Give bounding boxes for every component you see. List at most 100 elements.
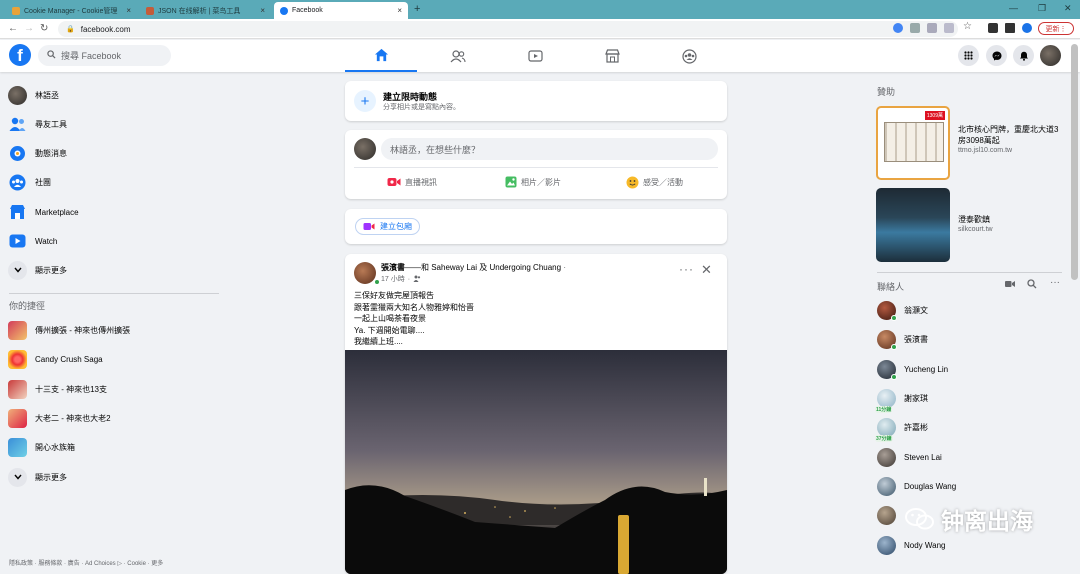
restore-icon[interactable]: ❐ [1038, 3, 1046, 14]
shortcut-item[interactable]: 開心水族箱 [8, 435, 75, 459]
close-icon[interactable]: ✕ [701, 262, 712, 278]
contact-name: 張濱書 [904, 334, 928, 344]
forward-icon[interactable]: → [24, 23, 34, 34]
back-icon[interactable]: ← [8, 23, 18, 34]
post-author[interactable]: 張濱書 [381, 263, 405, 272]
contact-name: Steven Lai [904, 452, 942, 462]
post-text: 三保好友做完屋頂報告 跟著霊獵兩大知名人物雅婷和怡晋 一起上山喝茶看夜景 Ya.… [354, 290, 474, 348]
avatar [877, 476, 896, 496]
create-story-card[interactable]: + 建立限時動態 分享相片或是寫點內容。 [345, 81, 727, 121]
side-panel-icon[interactable] [1005, 23, 1015, 33]
post-author-avatar[interactable] [354, 262, 376, 284]
live-video-button[interactable]: 直播視訊 [387, 174, 437, 190]
extension-icon[interactable] [910, 23, 920, 33]
facebook-logo-icon[interactable]: f [9, 44, 31, 66]
contact-item[interactable]: Nody Wang [877, 534, 946, 556]
action-label: 感受／活動 [643, 177, 683, 187]
window-close-icon[interactable]: ✕ [1064, 3, 1072, 14]
ad-image-floorplan: 1309萬 [876, 106, 950, 180]
contact-item[interactable]: Yucheng Lin [877, 358, 948, 380]
feeling-activity-button[interactable]: 感受／活動 [626, 174, 683, 190]
profile-name: 林語丞 [35, 90, 59, 100]
account-avatar[interactable] [1040, 45, 1061, 66]
more-options-icon[interactable]: ··· [1050, 277, 1060, 288]
contact-item[interactable]: Steven Lai [877, 446, 942, 468]
cookie-manager-favicon-icon [12, 6, 20, 15]
search-input[interactable]: 搜尋 Facebook [38, 45, 171, 66]
post-meta: 17 小時 · [381, 274, 421, 284]
more-options-icon[interactable]: ··· [679, 262, 694, 276]
reload-icon[interactable]: ↻ [40, 23, 48, 34]
sidebar-item-label: 動態消息 [35, 148, 67, 158]
nav-home-tab[interactable] [345, 40, 417, 72]
browser-tab[interactable]: Cookie Manager - Cookie管理 × [6, 2, 137, 19]
notifications-button[interactable] [1013, 45, 1034, 66]
extension-icon[interactable] [927, 23, 937, 33]
address-toolbar: ← → ↻ 🔒 facebook.com ☆ 更新 ⋮ [0, 19, 1080, 39]
sidebar-item-groups[interactable]: 社團 [8, 170, 51, 194]
search-icon[interactable] [1027, 279, 1037, 291]
browser-tab-active[interactable]: Facebook × [274, 2, 408, 19]
contact-item[interactable]: 翁灝文 [877, 299, 928, 321]
avatar [877, 535, 896, 555]
sidebar-item-news-feed[interactable]: 動態消息 [8, 141, 67, 165]
shortcut-label: Candy Crush Saga [35, 354, 103, 364]
shortcut-item[interactable]: Candy Crush Saga [8, 347, 103, 371]
sidebar-item-profile[interactable]: 林語丞 [8, 83, 59, 107]
puzzle-extensions-icon[interactable] [988, 23, 998, 33]
share-icon[interactable] [944, 23, 954, 33]
shortcut-item[interactable]: 十三支 - 神來也13支 [8, 377, 107, 401]
shortcuts-show-more[interactable]: 顯示更多 [8, 465, 67, 489]
facebook-header: f 搜尋 Facebook [0, 40, 1080, 72]
post-time[interactable]: 17 小時 [381, 274, 405, 284]
ad-title: 澄泰歡鎮 [958, 215, 990, 224]
new-room-icon[interactable] [1005, 280, 1015, 290]
nav-watch-tab[interactable] [499, 40, 571, 72]
bookmark-star-icon[interactable]: ☆ [963, 21, 972, 32]
contact-name: Nody Wang [904, 540, 946, 550]
photo-icon [505, 176, 517, 188]
photo-video-button[interactable]: 相片／影片 [505, 174, 561, 190]
close-icon[interactable]: × [260, 6, 265, 15]
chevron-down-icon [8, 467, 27, 487]
google-icon[interactable] [893, 23, 903, 33]
sidebar-show-more[interactable]: 顯示更多 [8, 258, 67, 282]
messenger-button[interactable] [986, 45, 1007, 66]
nav-groups-tab[interactable] [653, 40, 725, 72]
sidebar-item-watch[interactable]: Watch [8, 229, 57, 253]
page-scrollbar[interactable] [1071, 44, 1078, 280]
contact-item[interactable]: 37分鐘 許嘉彬 [875, 416, 928, 442]
menu-grid-button[interactable] [958, 45, 979, 66]
create-room-button[interactable]: 建立包廂 [355, 218, 420, 235]
dot-separator: · [407, 275, 411, 283]
new-tab-icon[interactable]: + [414, 3, 420, 15]
sidebar-item-marketplace[interactable]: Marketplace [8, 200, 79, 224]
sponsored-ad[interactable]: 澄泰歡鎮 silkcourt.tw [876, 188, 1062, 262]
contact-item[interactable]: Douglas Wang [877, 475, 956, 497]
profile-icon[interactable] [1022, 23, 1032, 33]
nav-marketplace-tab[interactable] [576, 40, 648, 72]
post-tagged[interactable]: ——和 Saheway Lai 及 Undergoing Chuang [405, 263, 561, 272]
friends-icon [8, 115, 27, 134]
browser-tab[interactable]: JSON 在线解析 | 菜鸟工具 × [140, 2, 271, 19]
composer-input[interactable]: 林語丞，在想些什麼？ [381, 138, 718, 160]
groups-icon [681, 48, 697, 64]
contact-item[interactable]: 11分鐘 謝家琪 [875, 387, 928, 413]
room-card: 建立包廂 [345, 209, 727, 244]
shortcut-label: 大老二 - 神來也大老2 [35, 413, 111, 423]
shortcut-item[interactable]: 大老二 - 神來也大老2 [8, 406, 111, 430]
update-button[interactable]: 更新 ⋮ [1038, 22, 1074, 35]
close-icon[interactable]: × [126, 6, 131, 15]
contact-item[interactable]: 張濱書 [877, 328, 928, 350]
contact-item[interactable] [877, 504, 904, 526]
nav-friends-tab[interactable] [422, 40, 494, 72]
close-icon[interactable]: × [397, 6, 402, 15]
footer-links[interactable]: 隱私政策 · 服務條款 · 廣告 · Ad Choices ▷ · Cookie… [9, 558, 163, 567]
sidebar-item-find-friends[interactable]: 尋友工具 [8, 112, 67, 136]
post-photo-night-view[interactable] [345, 350, 727, 574]
url-bar[interactable]: 🔒 facebook.com [58, 21, 958, 37]
minimize-icon[interactable]: — [1009, 3, 1018, 13]
avatar [877, 505, 896, 525]
shortcut-item[interactable]: 傳州擴張 - 神來也傳州擴張 [8, 318, 130, 342]
sponsored-ad[interactable]: 1309萬 北市核心門牌，重慶北大道3房3098萬起 ttmo.jsl10.co… [876, 106, 1062, 180]
